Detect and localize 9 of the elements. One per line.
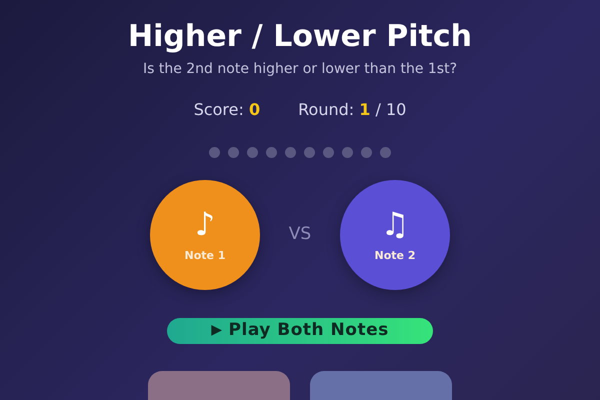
- round-text: Round: 1 / 10: [298, 100, 406, 120]
- button[interactable]: [148, 370, 290, 400]
- play-button[interactable]: ▶ Play Both Notes: [167, 318, 433, 344]
- subtitle: Is the 2nd note higher or lower than the 1st?: [142, 60, 458, 78]
- title: Higher / Lower Pitch: [128, 18, 472, 56]
- versus-text: VS: [288, 223, 312, 246]
- note-button[interactable]: ♫ Note 2: [340, 180, 450, 290]
- button[interactable]: [310, 370, 452, 400]
- score-text: Score: 0: [194, 100, 260, 120]
